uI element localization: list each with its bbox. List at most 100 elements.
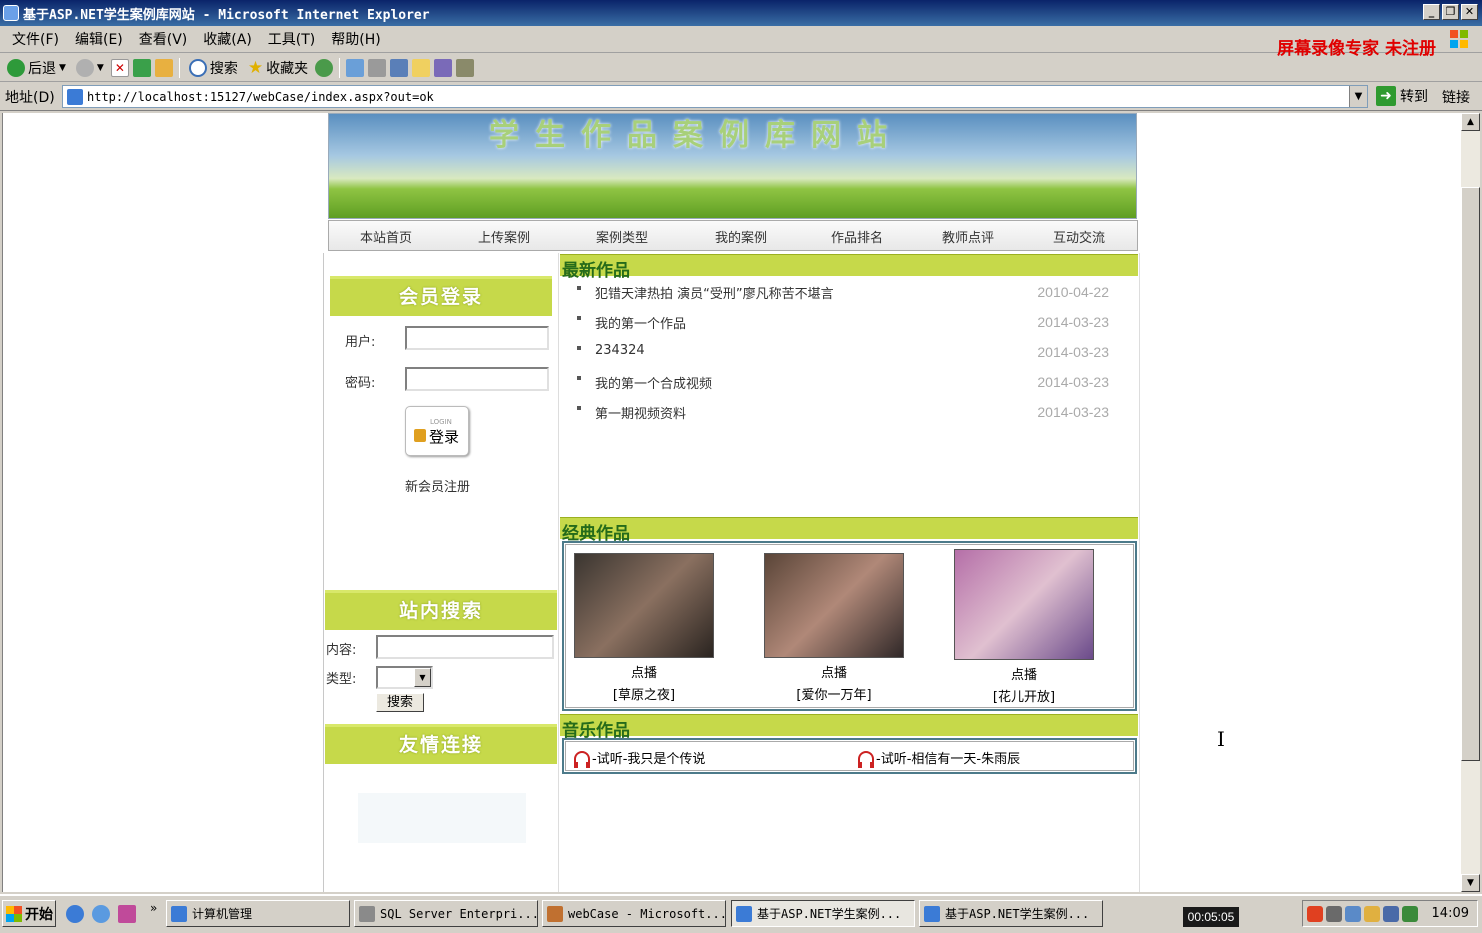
nav-case-types[interactable]: 案例类型 [596,227,648,246]
music-item-label[interactable]: -试听-我只是个传说 [592,748,705,767]
links-button[interactable]: 链接 [1442,87,1470,107]
site-search-button[interactable]: 搜索 [376,693,424,712]
music-item-2[interactable]: -试听-相信有一天-朱雨辰 [858,748,1020,768]
scroll-up-icon[interactable]: ▲ [1461,113,1480,131]
login-button[interactable]: LOGIN 登录 [405,406,469,456]
music-item-label[interactable]: -试听-相信有一天-朱雨辰 [876,748,1020,767]
vertical-scrollbar[interactable]: ▲ ▼ [1461,113,1480,892]
restore-button[interactable]: ❐ [1442,4,1459,20]
nav-upload[interactable]: 上传案例 [478,227,530,246]
list-item-title[interactable]: 234324 [595,343,645,358]
nav-my-cases[interactable]: 我的案例 [715,227,767,246]
security-icon[interactable] [1364,905,1380,922]
back-button[interactable]: 后退 ▼ [4,58,69,78]
menu-tools[interactable]: 工具(T) [260,29,323,49]
list-item-title[interactable]: 我的第一个作品 [595,313,686,332]
research-icon[interactable] [456,58,475,77]
close-button[interactable]: ✕ [1461,4,1478,20]
list-item-title[interactable]: 第一期视频资料 [595,403,686,422]
bullet [577,286,581,290]
headphone-icon [858,750,874,768]
username-input[interactable] [405,326,549,350]
nav-home[interactable]: 本站首页 [360,227,412,246]
list-item[interactable]: 我的第一个合成视频 2014-03-23 [573,373,1113,395]
work-name[interactable]: [草原之夜] [564,684,724,703]
music-item-1[interactable]: -试听-我只是个传说 [574,748,705,768]
list-item[interactable]: 第一期视频资料 2014-03-23 [573,403,1113,425]
scroll-down-icon[interactable]: ▼ [1461,874,1480,892]
display-icon[interactable] [1383,905,1399,922]
history-icon[interactable] [315,58,334,77]
window-titlebar[interactable]: 基于ASP.NET学生案例库网站 - Microsoft Internet Ex… [0,0,1482,26]
content-divider [1139,253,1140,892]
minimize-button[interactable]: _ [1423,4,1440,20]
classic-works-box: 点播 [草原之夜] 点播 [爱你一万年] 点播 [花儿开放] [562,541,1137,711]
ie-quicklaunch-icon[interactable] [66,905,84,923]
desktop-quicklaunch-icon[interactable] [92,905,110,923]
menu-file[interactable]: 文件(F) [4,29,67,49]
network-icon[interactable] [1326,905,1342,922]
recorder-timer: 00:05:05 [1183,907,1239,927]
menu-help[interactable]: 帮助(H) [323,29,388,49]
password-input[interactable] [405,367,549,391]
nav-teacher-review[interactable]: 教师点评 [942,227,994,246]
list-item[interactable]: 犯错天津热拍 演员“受刑”廖凡称苦不堪言 2010-04-22 [573,283,1113,305]
task-webcase[interactable]: webCase - Microsoft... [542,900,726,927]
volume-icon[interactable] [1345,905,1361,922]
messenger-icon[interactable] [434,58,453,77]
windows-logo-icon [1448,28,1470,50]
address-url[interactable]: http://localhost:15127/webCase/index.asp… [87,90,434,104]
task-label: webCase - Microsoft... [568,906,726,921]
search-button[interactable]: 搜索 [186,58,241,78]
go-button[interactable]: ➜ 转到 [1376,86,1428,106]
search-content-input[interactable] [376,635,554,659]
menu-edit[interactable]: 编辑(E) [67,29,131,49]
list-item-date: 2014-03-23 [1037,404,1109,420]
register-link[interactable]: 新会员注册 [405,476,470,495]
play-link[interactable]: 点播 [564,662,724,681]
task-sql-server[interactable]: SQL Server Enterpri... [354,900,538,927]
forward-button[interactable]: ▼ [73,58,107,77]
menu-favorites[interactable]: 收藏(A) [195,29,260,49]
mail-icon[interactable] [346,58,365,77]
list-item[interactable]: 234324 2014-03-23 [573,343,1113,365]
page-viewport: 学生作品案例库网站 本站首页 上传案例 案例类型 我的案例 作品排名 教师点评 … [2,113,1461,892]
task-ie-active[interactable]: 基于ASP.NET学生案例... [731,900,915,927]
login-heading: 会员登录 [330,276,552,316]
refresh-icon[interactable] [132,58,151,77]
list-item[interactable]: 我的第一个作品 2014-03-23 [573,313,1113,335]
address-input[interactable]: http://localhost:15127/webCase/index.asp… [62,85,1368,108]
play-link[interactable]: 点播 [944,664,1104,683]
favorites-button[interactable]: ★ 收藏夹 [245,58,311,78]
work-thumbnail[interactable] [574,553,714,658]
input-method-icon[interactable] [1307,905,1323,922]
work-thumbnail[interactable] [954,549,1094,660]
discuss-icon[interactable] [412,58,431,77]
edit-icon[interactable] [390,58,409,77]
task-ie-2[interactable]: 基于ASP.NET学生案例... [919,900,1103,927]
address-dropdown-icon[interactable]: ▼ [1349,86,1367,107]
nav-ranking[interactable]: 作品排名 [831,227,883,246]
paint-quicklaunch-icon[interactable] [118,905,136,923]
recorder-tray-icon[interactable] [1402,905,1418,922]
work-thumbnail[interactable] [764,553,904,658]
task-computer-management[interactable]: 计算机管理 [166,900,350,927]
work-name[interactable]: [爱你一万年] [754,684,914,703]
home-icon[interactable] [154,58,173,77]
menu-view[interactable]: 查看(V) [131,29,196,49]
start-button[interactable]: 开始 [2,900,56,927]
list-item-title[interactable]: 犯错天津热拍 演员“受刑”廖凡称苦不堪言 [595,283,834,302]
type-select[interactable]: ▼ [376,666,433,689]
list-item-title[interactable]: 我的第一个合成视频 [595,373,712,392]
clock[interactable]: 14:09 [1432,906,1469,921]
stop-icon[interactable]: ✕ [110,58,129,77]
login-button-small: LOGIN [430,418,452,426]
visual-studio-icon [547,905,563,922]
play-link[interactable]: 点播 [754,662,914,681]
work-name[interactable]: [花儿开放] [944,686,1104,705]
chevron-right-icon[interactable]: » [150,901,157,915]
scroll-thumb[interactable] [1461,187,1480,761]
favorites-label: 收藏夹 [266,60,309,77]
nav-interaction[interactable]: 互动交流 [1053,227,1105,246]
print-icon[interactable] [368,58,387,77]
